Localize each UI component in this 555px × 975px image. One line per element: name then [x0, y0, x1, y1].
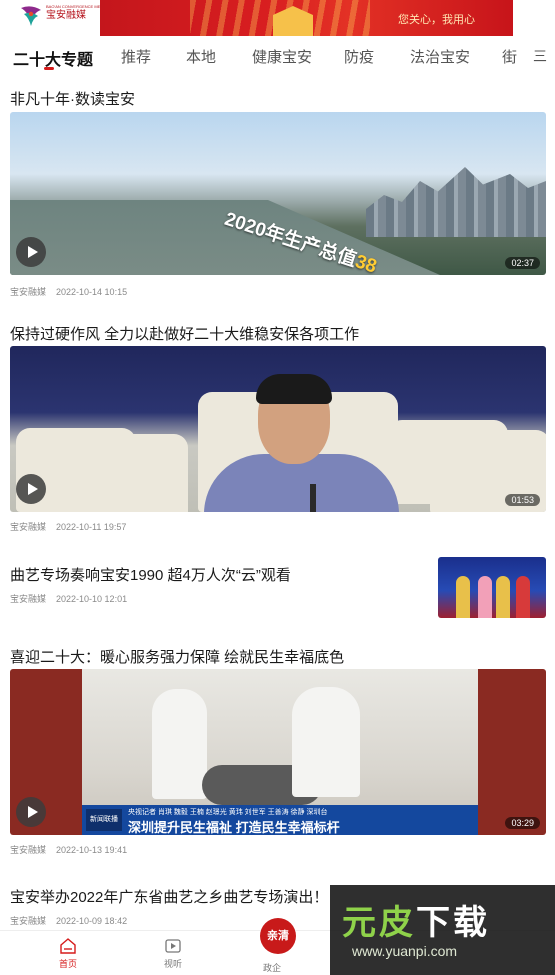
nurse [152, 689, 207, 799]
article-source: 宝安融媒 [10, 845, 47, 855]
video-duration: 02:37 [505, 257, 540, 269]
article-thumbnail[interactable] [438, 557, 546, 618]
article-meta: 宝安融媒 2022-10-13 19:41 [10, 843, 127, 856]
article-meta: 宝安融媒 2022-10-10 12:01 [10, 592, 127, 605]
tab-street[interactable]: 街 [502, 46, 517, 67]
article-title[interactable]: 喜迎二十大：暖心服务强力保障 绘就民生幸福底色 [10, 646, 344, 667]
center-action-button[interactable]: 亲清 [260, 918, 296, 954]
video-thumbnail[interactable]: 2020年生产总值38 02:37 [10, 112, 546, 275]
article-meta: 宝安融媒 2022-10-14 10:15 [10, 285, 127, 298]
watermark-overlay: 元皮下载 www.yuanpi.com [330, 885, 555, 975]
watermark-text-b: 下载 [416, 904, 490, 942]
ticker-credits: 央视记者 肖琪 魏毅 王楠 赵璟光 黄玮 刘世军 王善涛 徐静 深圳台 [128, 809, 328, 816]
watermark-url: www.yuanpi.com [352, 943, 458, 959]
article-time: 2022-10-10 12:01 [56, 594, 128, 604]
channel-tabs: 二十大专题 推荐 本地 健康宝安 防疫 法治宝安 街 [0, 38, 555, 76]
video-icon [165, 939, 181, 953]
home-icon [60, 938, 76, 954]
ad-banner[interactable]: 您关心，我用心 [100, 0, 513, 36]
nav-home-label: 首页 [58, 959, 77, 969]
active-tab-indicator [44, 67, 54, 70]
watermark-text-a: 元皮 [342, 904, 416, 942]
article-time: 2022-10-09 18:42 [56, 916, 128, 926]
article-time: 2022-10-13 19:41 [56, 845, 128, 855]
ticker-headline: 深圳提升民生福祉 打造民生幸福标杆 [128, 820, 340, 835]
video-thumbnail[interactable]: 新闻联播 央视记者 肖琪 魏毅 王楠 赵璟光 黄玮 刘世军 王善涛 徐静 深圳台… [10, 669, 546, 835]
video-duration: 01:53 [505, 494, 540, 506]
performer [478, 576, 492, 618]
article-title[interactable]: 保持过硬作风 全力以赴做好二十大维稳安保各项工作 [10, 323, 359, 344]
tab-local[interactable]: 本地 [186, 46, 216, 67]
article-source: 宝安融媒 [10, 522, 47, 532]
logo-title: 宝安融媒 [46, 10, 86, 21]
tab-health[interactable]: 健康宝安 [252, 46, 312, 67]
article-source: 宝安融媒 [10, 287, 47, 297]
logo-text: BAO'AN CONVERGENCE MEDIA 宝安融媒 [46, 4, 107, 22]
tab-recommend[interactable]: 推荐 [121, 46, 151, 67]
city-skyline [366, 167, 546, 237]
tab-law[interactable]: 法治宝安 [410, 46, 470, 67]
speaker-hair [256, 374, 332, 404]
article-title[interactable]: 曲艺专场奏响宝安1990 超4万人次“云”观看 [10, 564, 291, 585]
watermark-logo: 元皮下载 [342, 895, 490, 944]
article-time: 2022-10-14 10:15 [56, 287, 128, 297]
microphone [310, 484, 316, 512]
news-ticker: 新闻联播 央视记者 肖琪 魏毅 王楠 赵璟光 黄玮 刘世军 王善涛 徐静 深圳台… [82, 805, 478, 835]
tab-epidemic[interactable]: 防疫 [344, 46, 374, 67]
play-icon[interactable] [16, 237, 46, 267]
article-source: 宝安融媒 [10, 594, 47, 604]
article-meta: 宝安融媒 2022-10-11 19:57 [10, 520, 126, 533]
baoan-logo-icon [21, 6, 41, 26]
article-title[interactable]: 宝安举办2022年广东省曲艺之乡曲艺专场演出！ [10, 886, 328, 907]
header-banner: BAO'AN CONVERGENCE MEDIA 宝安融媒 您关心，我用心 [0, 0, 555, 36]
nav-watch[interactable]: 视听 [143, 937, 203, 970]
nav-watch-label: 视听 [163, 959, 182, 969]
video-thumbnail[interactable]: 01:53 [10, 346, 546, 512]
tab-menu-icon[interactable]: 三 [533, 46, 547, 66]
article-title[interactable]: 非凡十年·数读宝安 [10, 88, 135, 109]
app-screen: BAO'AN CONVERGENCE MEDIA 宝安融媒 您关心，我用心 二十… [0, 0, 555, 975]
center-action-label: 政企 [263, 963, 282, 973]
performer [456, 576, 470, 618]
article-source: 宝安融媒 [10, 916, 47, 926]
ad-slogan: 您关心，我用心 [398, 14, 475, 26]
performer [496, 576, 510, 618]
article-meta: 宝安融媒 2022-10-09 18:42 [10, 914, 127, 927]
video-frame: 新闻联播 央视记者 肖琪 魏毅 王楠 赵璟光 黄玮 刘世军 王善涛 徐静 深圳台… [82, 669, 478, 835]
speaker [204, 374, 399, 512]
play-icon[interactable] [16, 797, 46, 827]
article-time: 2022-10-11 19:57 [56, 522, 127, 532]
chair [68, 434, 188, 512]
performer [516, 576, 530, 618]
nav-home[interactable]: 首页 [38, 937, 98, 970]
news-logo: 新闻联播 [86, 809, 122, 831]
video-duration: 03:29 [505, 817, 540, 829]
doctor [292, 687, 360, 797]
play-icon[interactable] [16, 474, 46, 504]
